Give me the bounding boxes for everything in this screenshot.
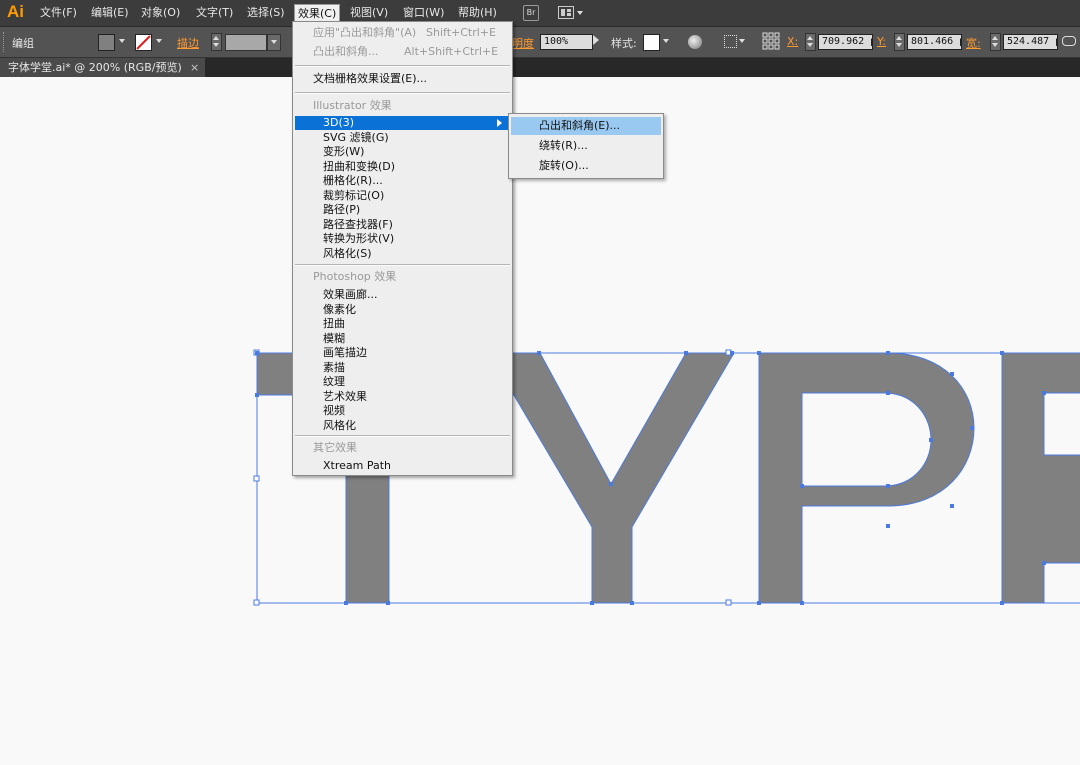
- effect-menu-dropdown: 应用"凸出和斜角"(A) Shift+Ctrl+E 凸出和斜角... Alt+S…: [292, 21, 513, 476]
- menu-item-last-effect[interactable]: 凸出和斜角... Alt+Shift+Ctrl+E: [293, 45, 512, 59]
- menu-item-distort-transform[interactable]: 扭曲和变换(D): [293, 160, 512, 174]
- menu-file[interactable]: 文件(F): [37, 5, 80, 21]
- chevron-down-icon: [577, 11, 583, 15]
- y-stepper[interactable]: [894, 33, 905, 51]
- menu-separator: [295, 435, 510, 437]
- menu-select[interactable]: 选择(S): [244, 5, 288, 21]
- chevron-down-icon[interactable]: [156, 39, 162, 43]
- align-icon[interactable]: [724, 35, 737, 48]
- control-bar: 编组 描边 明度 100% 样式: X: 709.962 p Y: 801.46…: [0, 27, 1080, 58]
- section-header-photoshop: Photoshop 效果: [313, 270, 397, 283]
- submenu-item-extrude-bevel[interactable]: 凸出和斜角(E)...: [511, 117, 661, 135]
- menu-item-brush-strokes[interactable]: 画笔描边: [293, 346, 512, 360]
- menu-item-3d[interactable]: 3D(3): [295, 116, 508, 130]
- graphic-style-swatch[interactable]: [643, 34, 660, 51]
- fill-swatch[interactable]: [98, 34, 115, 51]
- stroke-weight-stepper[interactable]: [211, 33, 222, 51]
- menu-item-video[interactable]: 视频: [293, 404, 512, 418]
- y-label[interactable]: Y:: [877, 35, 886, 48]
- document-tab-bar: 字体学堂.ai* @ 200% (RGB/预览) ×: [0, 58, 1080, 77]
- chevron-down-icon[interactable]: [663, 39, 669, 43]
- letter-e: [1001, 352, 1080, 604]
- menu-help[interactable]: 帮助(H): [455, 5, 500, 21]
- menu-item-stylize-illustrator[interactable]: 风格化(S): [293, 247, 512, 261]
- chevron-down-icon[interactable]: [739, 39, 745, 43]
- y-field[interactable]: 801.466 p: [907, 34, 962, 50]
- opacity-arrow-icon[interactable]: [593, 35, 599, 45]
- selection-type-label: 编组: [12, 37, 34, 50]
- chevron-down-icon: [271, 40, 277, 44]
- menu-separator: [295, 92, 510, 94]
- submenu-3d: 凸出和斜角(E)... 绕转(R)... 旋转(O)...: [508, 113, 664, 179]
- no-stroke-icon: [136, 35, 151, 50]
- artboard-canvas[interactable]: [0, 77, 1080, 765]
- menu-item-stylize-photoshop[interactable]: 风格化: [293, 419, 512, 433]
- menu-separator: [295, 264, 510, 266]
- reference-point-icon[interactable]: [762, 32, 780, 50]
- x-field[interactable]: 709.962 p: [818, 34, 873, 50]
- menu-item-path[interactable]: 路径(P): [293, 203, 512, 217]
- menu-item-blur[interactable]: 模糊: [293, 332, 512, 346]
- menu-window[interactable]: 窗口(W): [400, 5, 447, 21]
- menu-item-rasterize[interactable]: 栅格化(R)...: [293, 174, 512, 188]
- x-stepper[interactable]: [805, 33, 816, 51]
- menu-item-convert-to-shape[interactable]: 转换为形状(V): [293, 232, 512, 246]
- opacity-label[interactable]: 明度: [512, 35, 534, 51]
- width-label[interactable]: 宽:: [966, 35, 981, 51]
- app-logo: Ai: [7, 2, 24, 21]
- menu-item-texture[interactable]: 纹理: [293, 375, 512, 389]
- submenu-item-rotate[interactable]: 旋转(O)...: [509, 157, 663, 175]
- menu-item-artistic[interactable]: 艺术效果: [293, 390, 512, 404]
- menu-item-apply-last-effect[interactable]: 应用"凸出和斜角"(A) Shift+Ctrl+E: [293, 26, 512, 40]
- submenu-arrow-icon: [497, 119, 502, 127]
- menu-separator: [295, 65, 510, 67]
- menu-type[interactable]: 文字(T): [193, 5, 236, 21]
- menu-view[interactable]: 视图(V): [347, 5, 391, 21]
- chevron-down-icon[interactable]: [119, 39, 125, 43]
- menu-item-xtream-path[interactable]: Xtream Path: [293, 459, 512, 473]
- stroke-label[interactable]: 描边: [177, 35, 199, 51]
- submenu-item-revolve[interactable]: 绕转(R)...: [509, 137, 663, 155]
- menu-item-pathfinder[interactable]: 路径查找器(F): [293, 218, 512, 232]
- section-header-illustrator: Illustrator 效果: [313, 99, 392, 112]
- menu-item-document-raster-settings[interactable]: 文档栅格效果设置(E)...: [293, 72, 512, 86]
- opacity-field[interactable]: 100%: [540, 34, 593, 50]
- stroke-weight-dropdown[interactable]: [267, 34, 281, 51]
- menu-item-distort[interactable]: 扭曲: [293, 317, 512, 331]
- letter-p: [758, 352, 975, 604]
- artwork-type[interactable]: [0, 77, 1080, 765]
- x-label[interactable]: X:: [787, 35, 798, 48]
- section-header-other: 其它效果: [313, 441, 357, 454]
- document-tab-title: 字体学堂.ai* @ 200% (RGB/预览): [8, 61, 182, 74]
- document-tab[interactable]: 字体学堂.ai* @ 200% (RGB/预览) ×: [0, 58, 205, 77]
- close-icon[interactable]: ×: [190, 58, 199, 77]
- menu-edit[interactable]: 编辑(E): [88, 5, 132, 21]
- menu-item-pixelate[interactable]: 像素化: [293, 303, 512, 317]
- recolor-artwork-icon[interactable]: [688, 35, 702, 49]
- menu-item-sketch[interactable]: 素描: [293, 361, 512, 375]
- stroke-weight-field[interactable]: [225, 34, 267, 51]
- style-label: 样式:: [611, 37, 637, 50]
- grip-handle[interactable]: [3, 32, 6, 52]
- stroke-swatch[interactable]: [135, 34, 152, 51]
- arrange-documents-icon[interactable]: [558, 6, 574, 19]
- width-field[interactable]: 524.487 p: [1003, 34, 1058, 50]
- menu-item-warp[interactable]: 变形(W): [293, 145, 512, 159]
- constrain-link-icon[interactable]: [1062, 36, 1076, 46]
- menu-object[interactable]: 对象(O): [138, 5, 183, 21]
- letter-y: [488, 352, 735, 604]
- width-stepper[interactable]: [990, 33, 1001, 51]
- bridge-button[interactable]: Br: [523, 5, 539, 21]
- menu-item-effect-gallery[interactable]: 效果画廊...: [293, 288, 512, 302]
- menu-item-crop-marks[interactable]: 裁剪标记(O): [293, 189, 512, 203]
- menu-item-svg-filters[interactable]: SVG 滤镜(G): [293, 131, 512, 145]
- menu-bar: Ai 文件(F) 编辑(E) 对象(O) 文字(T) 选择(S) 效果(C) 视…: [0, 0, 1080, 27]
